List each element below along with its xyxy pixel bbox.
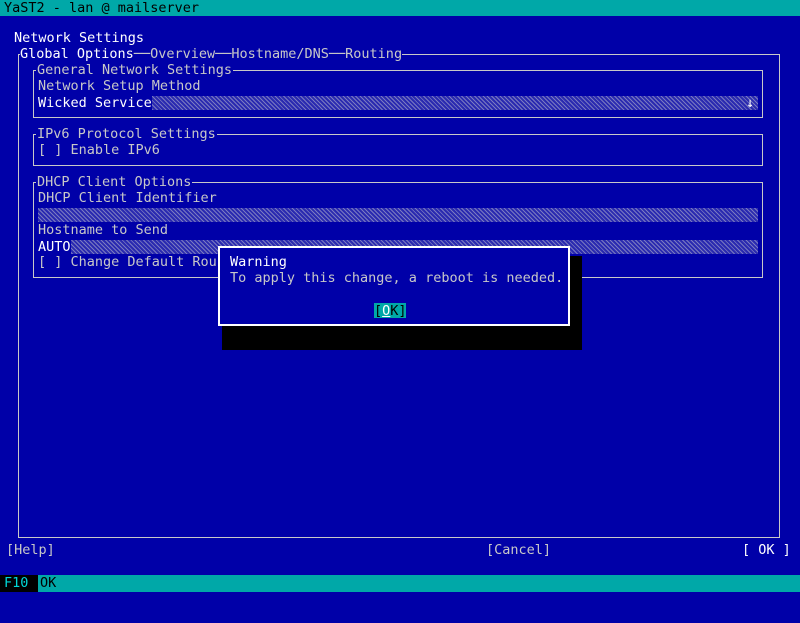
general-settings-legend: General Network Settings [36,62,234,78]
dhcp-client-id-label: DHCP Client Identifier [38,190,217,206]
hostname-to-send-value: AUTO [38,239,71,255]
network-setup-method-dropdown[interactable]: Wicked Service ↓ [38,95,758,111]
title-bar: YaST2 - lan @ mailserver [0,0,800,16]
help-button[interactable]: [Help] [6,542,55,558]
tab-overview[interactable]: Overview [150,46,215,62]
dialog-message: To apply this change, a reboot is needed… [230,270,564,286]
ok-bracket-right: K] [390,303,407,319]
tab-global-options[interactable]: Global Options [20,46,134,62]
dialog-title: Warning [230,254,287,270]
dialog-ok-button[interactable]: [OK] [374,303,407,319]
tab-separator: ── [328,46,346,62]
network-setup-method-label: Network Setup Method [38,78,201,94]
tab-bar: Global Options──Overview──Hostname/DNS──… [20,46,403,62]
f10-label: F10 [4,575,29,591]
hostname-to-send-label: Hostname to Send [38,222,169,238]
network-setup-method-value: Wicked Service [38,95,152,111]
ok-button[interactable]: [ OK ] [742,542,791,558]
dhcp-client-id-input[interactable] [38,208,758,222]
tab-separator: ── [133,46,151,62]
tab-routing[interactable]: Routing [345,46,402,62]
dhcp-options-legend: DHCP Client Options [36,174,193,190]
enable-ipv6-checkbox[interactable]: [ ] Enable IPv6 [38,142,160,158]
ok-bracket-left: [ [374,303,383,319]
tab-hostname-dns[interactable]: Hostname/DNS [231,46,329,62]
chevron-down-icon: ↓ [746,95,755,111]
page-title: Network Settings [14,30,145,46]
ipv6-settings-legend: IPv6 Protocol Settings [36,126,217,142]
f10-key[interactable]: F10 [0,575,38,592]
dialog-shadow [222,326,582,350]
cancel-button[interactable]: [Cancel] [486,542,551,558]
window-title: YaST2 - lan @ mailserver [4,0,200,16]
f10-description: OK [40,575,57,591]
dialog-shadow-side [570,256,582,350]
change-default-route-checkbox[interactable]: [ ] Change Default Rou [38,254,217,270]
tab-separator: ── [215,46,232,62]
status-bar: F10 OK [0,575,800,592]
